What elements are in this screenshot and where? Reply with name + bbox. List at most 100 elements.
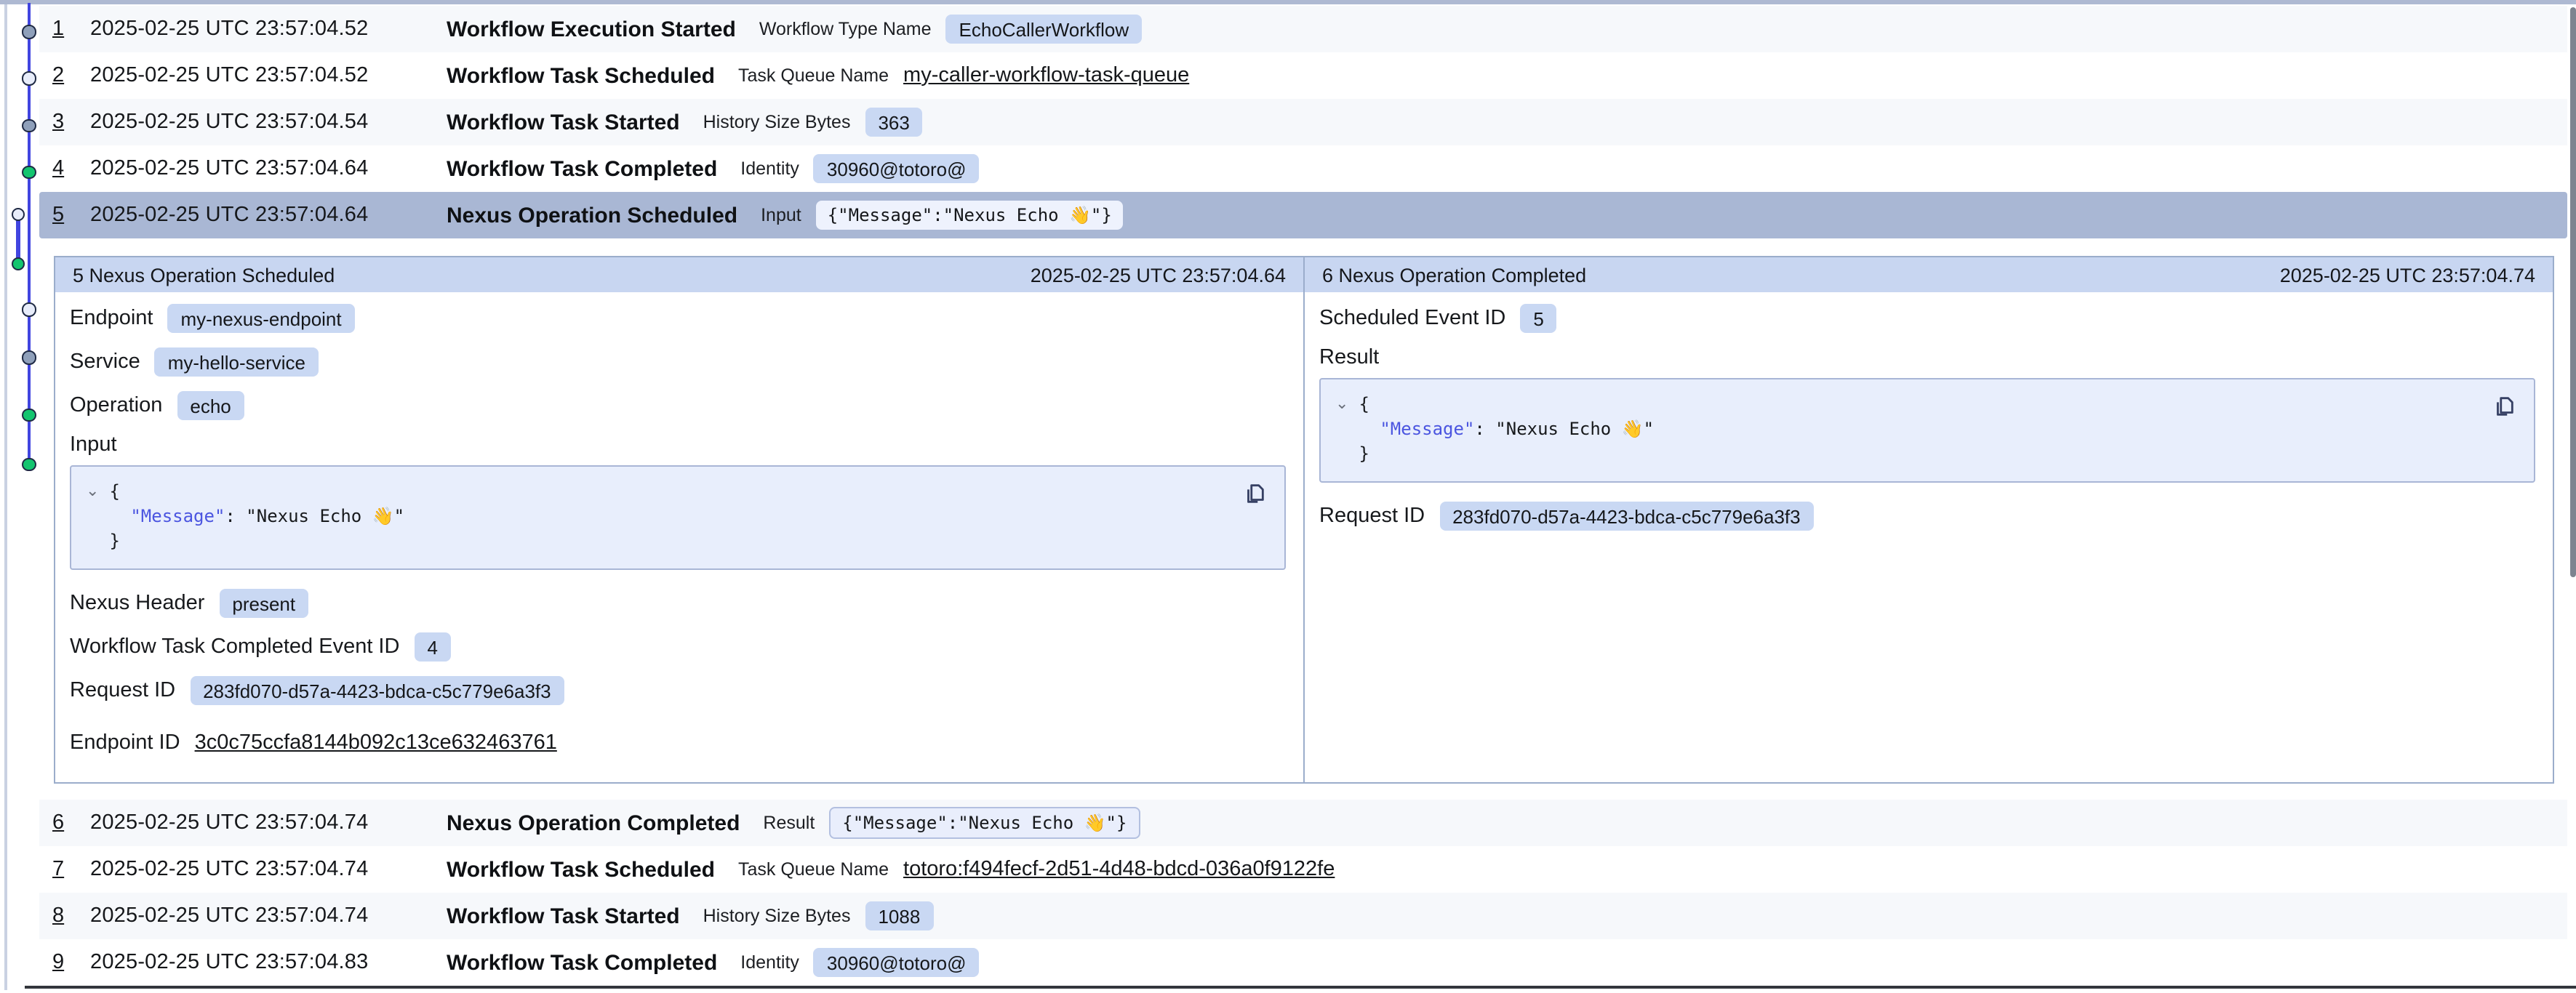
collapse-chevron-icon[interactable]: ⌄ — [86, 480, 99, 504]
workflow-history-view: 12025-02-25 UTC 23:57:04.52Workflow Exec… — [0, 0, 2576, 993]
detail-card-completed: 6 Nexus Operation Completed 2025-02-25 U… — [1305, 257, 2553, 782]
detail-field-row: Service my-hello-service — [70, 340, 1286, 384]
event-row-5[interactable]: 52025-02-25 UTC 23:57:04.64Nexus Operati… — [39, 192, 2567, 238]
copy-icon[interactable] — [1242, 480, 1268, 506]
detail-value-badge: EchoCallerWorkflow — [946, 15, 1143, 44]
event-rows-bottom: 62025-02-25 UTC 23:57:04.74Nexus Operati… — [0, 800, 2576, 986]
timeline-marker-completed — [23, 458, 36, 472]
json-code-block: ⌄ { "Message": "Nexus Echo 👋" } — [70, 465, 1286, 570]
event-name: Workflow Task Completed — [447, 156, 717, 181]
detail-field-label: Operation — [70, 394, 162, 417]
timeline-marker-completed — [23, 166, 36, 180]
detail-field-label: Result — [1319, 346, 1379, 369]
detail-field-label: Request ID — [1319, 504, 1425, 528]
event-name: Workflow Task Scheduled — [447, 63, 715, 88]
json-code-block: ⌄ { "Message": "Nexus Echo 👋" } — [1319, 378, 2535, 483]
event-row-2[interactable]: 22025-02-25 UTC 23:57:04.52Workflow Task… — [39, 52, 2567, 99]
event-name: Workflow Task Started — [447, 110, 680, 134]
detail-value-badge: 30960@totoro@ — [814, 948, 980, 977]
event-detail-label: Task Queue Name — [738, 65, 889, 86]
timeline-marker-neutral — [23, 351, 36, 365]
event-detail-label: Task Queue Name — [738, 859, 889, 880]
detail-value-badge: my-nexus-endpoint — [168, 304, 355, 333]
detail-value-badge: echo — [177, 391, 244, 420]
collapse-chevron-icon[interactable]: ⌄ — [1335, 393, 1348, 417]
event-name: Workflow Task Scheduled — [447, 857, 715, 882]
event-row-1[interactable]: 12025-02-25 UTC 23:57:04.52Workflow Exec… — [39, 6, 2567, 52]
detail-field-label: Service — [70, 350, 140, 374]
event-name: Workflow Task Completed — [447, 950, 717, 975]
event-detail-panel: 5 Nexus Operation Scheduled 2025-02-25 U… — [54, 256, 2554, 784]
event-timestamp: 2025-02-25 UTC 23:57:04.64 — [90, 204, 447, 227]
timeline-marker-completed — [12, 257, 25, 271]
detail-value-badge: present — [219, 589, 308, 618]
detail-card-body: Scheduled Event ID 5 Result ⌄ { "Message": "… — [1305, 292, 2553, 782]
event-history-page: 12025-02-25 UTC 23:57:04.52Workflow Exec… — [0, 0, 2576, 993]
detail-value-badge: 1088 — [865, 901, 933, 930]
detail-value-badge: 4 — [414, 632, 450, 662]
detail-card-timestamp: 2025-02-25 UTC 23:57:04.74 — [2280, 264, 2535, 286]
event-row-9[interactable]: 92025-02-25 UTC 23:57:04.83Workflow Task… — [39, 939, 2567, 986]
detail-field-label: Endpoint ID — [70, 731, 180, 755]
event-row-4[interactable]: 42025-02-25 UTC 23:57:04.64Workflow Task… — [39, 145, 2567, 192]
detail-field-label: Request ID — [70, 679, 175, 702]
json-code-content: { "Message": "Nexus Echo 👋" } — [1359, 393, 1654, 467]
detail-field-row: Workflow Task Completed Event ID 4 — [70, 625, 1286, 669]
event-detail-label: Result — [763, 813, 815, 833]
event-timestamp: 2025-02-25 UTC 23:57:04.74 — [90, 858, 447, 881]
timeline-marker-neutral — [23, 25, 36, 39]
event-row-8[interactable]: 82025-02-25 UTC 23:57:04.74Workflow Task… — [39, 893, 2567, 939]
event-name: Workflow Execution Started — [447, 17, 736, 41]
detail-value-badge: 283fd070-d57a-4423-bdca-c5c779e6a3f3 — [190, 676, 564, 705]
timeline-marker-scheduled — [23, 72, 36, 86]
detail-field-row: Nexus Headerpresent — [70, 582, 1286, 625]
event-row-6[interactable]: 62025-02-25 UTC 23:57:04.74Nexus Operati… — [39, 800, 2567, 846]
event-detail-label: History Size Bytes — [703, 112, 851, 132]
detail-value-badge: 5 — [1520, 304, 1556, 333]
event-id-link[interactable]: 6 — [52, 811, 90, 835]
event-detail-label: Input — [761, 205, 801, 225]
detail-field-row: Input — [70, 427, 1286, 462]
detail-card-timestamp: 2025-02-25 UTC 23:57:04.64 — [1031, 264, 1286, 286]
json-code-content: { "Message": "Nexus Echo 👋" } — [109, 480, 404, 554]
detail-value-link[interactable]: my-caller-workflow-task-queue — [903, 64, 1189, 87]
detail-card-body: Endpointmy-nexus-endpoint Service my-hello… — [55, 292, 1303, 782]
event-row-3[interactable]: 32025-02-25 UTC 23:57:04.54Workflow Task… — [39, 99, 2567, 145]
copy-icon[interactable] — [2492, 393, 2518, 419]
event-id-link[interactable]: 5 — [52, 204, 90, 227]
event-id-link[interactable]: 9 — [52, 951, 90, 974]
detail-value-badge: 30960@totoro@ — [814, 154, 980, 183]
detail-value-code-chip: {"Message":"Nexus Echo 👋"} — [816, 201, 1124, 230]
event-detail-label: Workflow Type Name — [759, 19, 932, 39]
event-id-link[interactable]: 1 — [52, 17, 90, 41]
event-row-7[interactable]: 72025-02-25 UTC 23:57:04.74Workflow Task… — [39, 846, 2567, 893]
event-id-link[interactable]: 7 — [52, 858, 90, 881]
detail-value-link[interactable]: totoro:f494fecf-2d51-4d48-bdcd-036a0f912… — [903, 858, 1335, 881]
event-timestamp: 2025-02-25 UTC 23:57:04.54 — [90, 110, 447, 134]
event-rows-top: 12025-02-25 UTC 23:57:04.52Workflow Exec… — [0, 6, 2576, 238]
detail-card-title: 6 Nexus Operation Completed — [1322, 264, 1586, 286]
timeline-marker-neutral — [23, 119, 36, 133]
event-timestamp: 2025-02-25 UTC 23:57:04.52 — [90, 17, 447, 41]
event-id-link[interactable]: 4 — [52, 157, 90, 180]
event-timeline — [0, 0, 44, 494]
detail-value-link[interactable]: 3c0c75ccfa8144b092c13ce632463761 — [195, 731, 557, 755]
detail-value-badge: 363 — [865, 108, 922, 137]
vertical-scrollbar-thumb[interactable] — [2569, 7, 2576, 577]
event-id-link[interactable]: 2 — [52, 64, 90, 87]
detail-field-label: Scheduled Event ID — [1319, 307, 1505, 330]
detail-card-header: 5 Nexus Operation Scheduled 2025-02-25 U… — [55, 257, 1303, 292]
top-divider — [0, 0, 2576, 4]
event-id-link[interactable]: 8 — [52, 904, 90, 928]
timeline-marker-completed — [23, 409, 36, 422]
detail-field-row: Endpointmy-nexus-endpoint — [70, 297, 1286, 340]
bottom-divider — [25, 986, 2576, 989]
event-name: Workflow Task Started — [447, 904, 680, 928]
detail-value-badge: my-hello-service — [155, 347, 319, 377]
event-timestamp: 2025-02-25 UTC 23:57:04.64 — [90, 157, 447, 180]
event-id-link[interactable]: 3 — [52, 110, 90, 134]
event-name: Nexus Operation Scheduled — [447, 203, 737, 228]
event-detail-label: Identity — [740, 158, 799, 179]
detail-field-row: Scheduled Event ID 5 — [1319, 297, 2535, 340]
detail-field-label: Workflow Task Completed Event ID — [70, 635, 399, 659]
